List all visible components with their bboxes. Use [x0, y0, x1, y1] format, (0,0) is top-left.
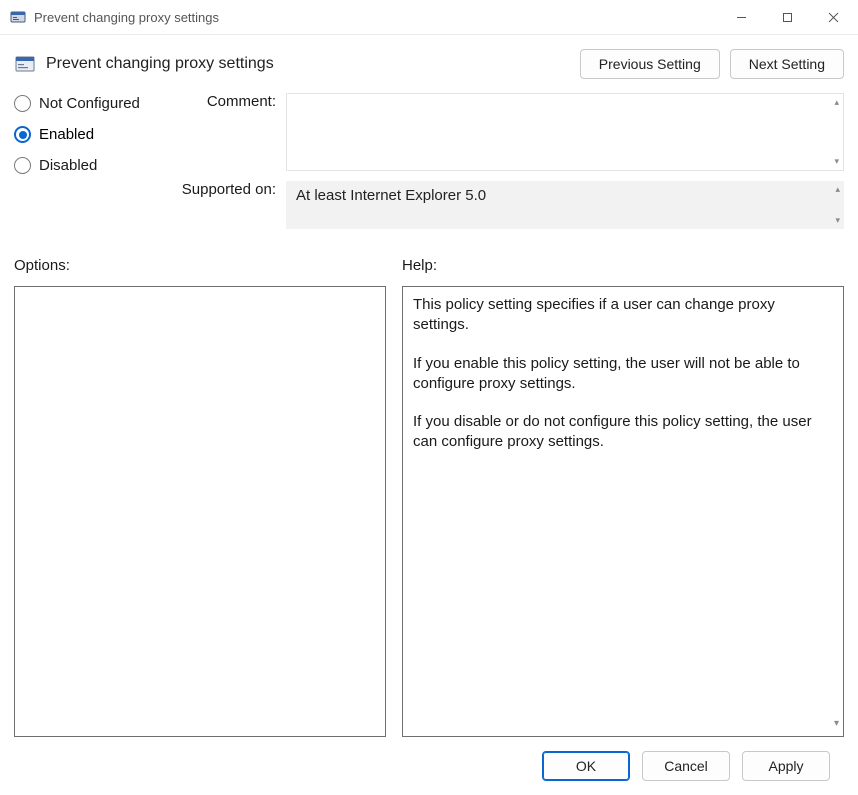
radio-icon: [14, 126, 31, 143]
chevron-down-icon[interactable]: ▾: [834, 717, 839, 731]
comment-spinner[interactable]: ▴ ▾: [834, 98, 839, 166]
help-paragraph: This policy setting specifies if a user …: [413, 295, 821, 336]
next-setting-button[interactable]: Next Setting: [730, 49, 844, 79]
panels-row: This policy setting specifies if a user …: [14, 286, 844, 737]
ok-button[interactable]: OK: [542, 751, 630, 781]
help-label: Help:: [402, 257, 844, 274]
help-paragraph: If you disable or do not configure this …: [413, 412, 821, 453]
radio-label: Enabled: [39, 126, 94, 143]
button-bar: OK Cancel Apply: [14, 737, 844, 795]
radio-icon: [14, 157, 31, 174]
chevron-up-icon: ▴: [835, 185, 840, 194]
options-label: Options:: [14, 257, 402, 274]
window-title: Prevent changing proxy settings: [34, 10, 219, 25]
comment-label: Comment:: [170, 93, 280, 110]
policy-title: Prevent changing proxy settings: [46, 55, 274, 73]
help-paragraph: If you enable this policy setting, the u…: [413, 354, 821, 395]
chevron-up-icon: ▴: [834, 98, 839, 107]
policy-icon: [14, 53, 36, 75]
close-button[interactable]: [810, 2, 856, 32]
chevron-down-icon: ▾: [834, 157, 839, 166]
radio-enabled[interactable]: Enabled: [14, 126, 164, 143]
chevron-down-icon: ▾: [835, 216, 840, 225]
supported-spinner[interactable]: ▴ ▾: [835, 185, 840, 225]
options-panel: [14, 286, 386, 737]
radio-label: Disabled: [39, 157, 97, 174]
previous-setting-button[interactable]: Previous Setting: [580, 49, 720, 79]
header-row: Prevent changing proxy settings Previous…: [14, 49, 844, 79]
policy-editor-window: Prevent changing proxy settings Prevent …: [0, 0, 858, 795]
supported-on-value: At least Internet Explorer 5.0: [296, 187, 486, 204]
radio-disabled[interactable]: Disabled: [14, 157, 164, 174]
minimize-button[interactable]: [718, 2, 764, 32]
radio-icon: [14, 95, 31, 112]
supported-on-box: At least Internet Explorer 5.0 ▴ ▾: [286, 181, 844, 229]
app-icon: [10, 9, 26, 25]
supported-on-label: Supported on:: [170, 181, 280, 198]
cancel-button[interactable]: Cancel: [642, 751, 730, 781]
radio-label: Not Configured: [39, 95, 140, 112]
titlebar: Prevent changing proxy settings: [0, 0, 858, 35]
apply-button[interactable]: Apply: [742, 751, 830, 781]
content-area: Prevent changing proxy settings Previous…: [0, 35, 858, 795]
radio-not-configured[interactable]: Not Configured: [14, 95, 164, 112]
section-labels: Options: Help:: [14, 257, 844, 274]
maximize-button[interactable]: [764, 2, 810, 32]
comment-input[interactable]: ▴ ▾: [286, 93, 844, 171]
config-grid: Not Configured Enabled Disabled Comment:…: [14, 93, 844, 229]
help-panel: This policy setting specifies if a user …: [402, 286, 844, 737]
